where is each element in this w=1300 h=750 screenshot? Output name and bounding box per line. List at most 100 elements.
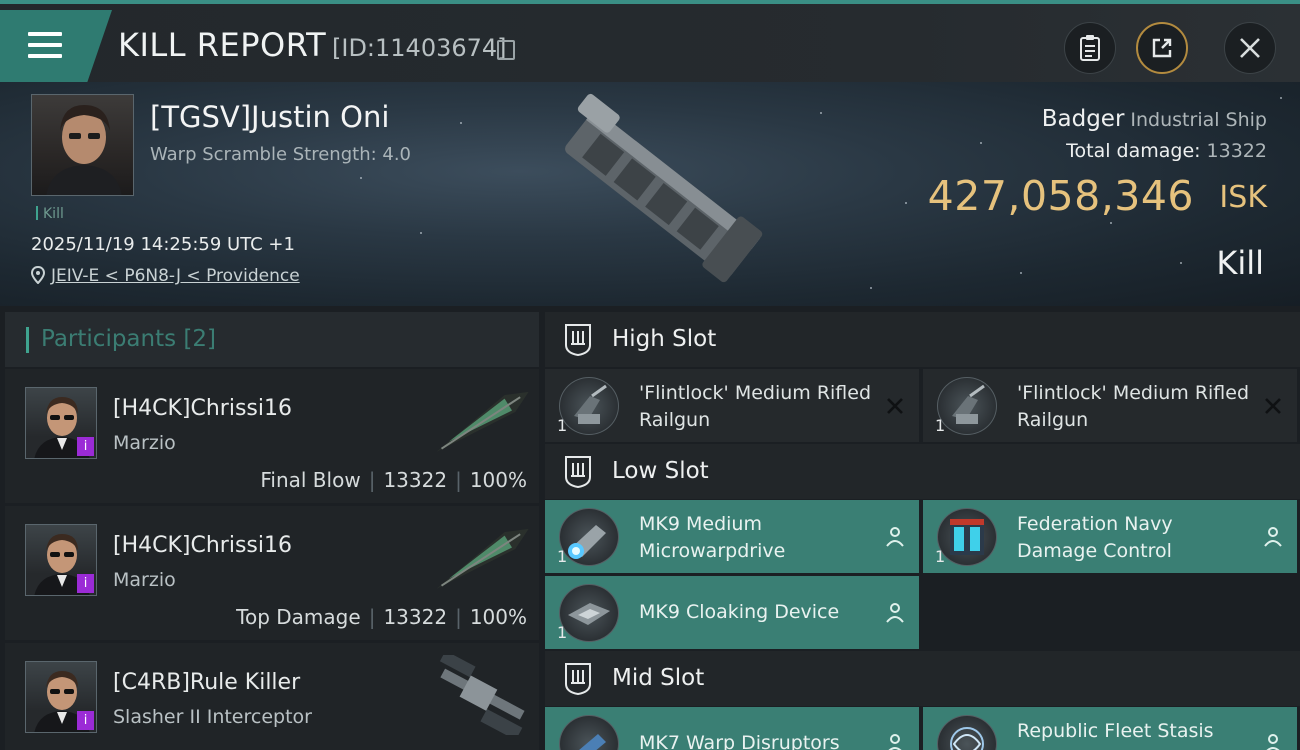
report-id: [ID:11403674]	[332, 34, 507, 62]
participant-ship: Slasher II Interceptor	[113, 706, 312, 728]
info-badge-icon: i	[77, 711, 94, 730]
victim-ship-class: Badger Industrial Ship	[1042, 106, 1267, 132]
slot-label: Low Slot	[612, 458, 709, 484]
participant-damage: 13322	[383, 468, 448, 492]
page-title: KILL REPORT	[118, 26, 327, 64]
dropped-person-icon	[886, 603, 904, 623]
info-badge-icon: i	[77, 574, 94, 593]
share-icon	[1152, 38, 1172, 58]
dropped-person-icon	[1264, 527, 1282, 547]
module-quantity: 1	[557, 547, 568, 566]
participant-percent: 100%	[469, 468, 527, 492]
module-quantity: 1	[935, 416, 946, 435]
low-slot-header: Low Slot	[545, 444, 1300, 499]
ship-type: Industrial Ship	[1130, 109, 1267, 131]
stasis-webifier-icon	[937, 715, 997, 750]
mid-slot-header: Mid Slot	[545, 651, 1300, 706]
module-name: 'Flintlock' Medium Rifled Railgun	[1017, 382, 1250, 431]
menu-button[interactable]	[0, 10, 112, 82]
slot-label: Mid Slot	[612, 665, 705, 691]
fitting-panel: High Slot 1 'Flintlock' Medium Rifled Ra…	[545, 312, 1300, 750]
participant-ship-image	[439, 655, 525, 735]
cloaking-device-icon	[559, 584, 619, 642]
low-slot-icon	[565, 456, 591, 489]
dropped-person-icon	[886, 527, 904, 547]
module-name: Republic Fleet Stasis	[1017, 720, 1214, 742]
result-label: Kill	[1216, 244, 1264, 282]
module-card[interactable]: 1 'Flintlock' Medium Rifled Railgun	[923, 369, 1297, 442]
kill-banner: [TGSV]Justin Oni Warp Scramble Strength:…	[0, 82, 1300, 306]
participants-panel: Participants [2] i [H4CK]Chrissi16 Marzi…	[5, 312, 539, 750]
destroyed-icon	[887, 398, 903, 414]
victim-avatar[interactable]	[31, 94, 134, 196]
dropped-person-icon	[1266, 734, 1280, 750]
victim-name[interactable]: [TGSV]Justin Oni	[150, 100, 389, 134]
participant-row[interactable]: i [C4RB]Rule Killer Slasher II Intercept…	[5, 643, 539, 750]
module-card[interactable]: 1 MK9 Medium Microwarpdrive	[545, 500, 919, 573]
participant-avatar[interactable]: i	[25, 387, 97, 459]
module-quantity: 1	[935, 547, 946, 566]
victim-ship-image	[565, 93, 763, 283]
location-pin-icon	[30, 265, 46, 285]
module-card[interactable]: 1 MK9 Cloaking Device	[545, 576, 919, 649]
total-damage-value: 13322	[1206, 140, 1267, 162]
participant-role: Final Blow	[260, 468, 361, 492]
dropped-person-icon	[888, 734, 902, 750]
header-bar: KILL REPORT [ID:11403674]	[0, 0, 1300, 82]
participant-ship-image	[436, 528, 529, 589]
copy-icon[interactable]	[497, 40, 515, 60]
participant-percent: 100%	[469, 605, 527, 629]
share-button[interactable]	[1136, 22, 1188, 74]
participants-header: Participants [2]	[5, 312, 539, 367]
module-name: MK7 Warp Disruptors	[639, 732, 840, 750]
kill-timestamp: 2025/11/19 14:25:59 UTC +1	[31, 234, 295, 255]
participant-name[interactable]: [C4RB]Rule Killer	[113, 670, 300, 695]
menu-icon	[28, 32, 62, 58]
module-quantity: 1	[557, 416, 568, 435]
module-card[interactable]: 1 Federation Navy Damage Control	[923, 500, 1297, 573]
participant-avatar[interactable]: i	[25, 524, 97, 596]
kill-report-screen: KILL REPORT [ID:11403674] [TGSV]Justin O…	[0, 0, 1300, 750]
close-button[interactable]	[1224, 22, 1276, 74]
close-icon	[1240, 38, 1260, 58]
microwarpdrive-icon	[559, 508, 619, 566]
isk-unit: ISK	[1219, 180, 1267, 215]
participant-role: Top Damage	[236, 605, 361, 629]
info-badge-icon: i	[77, 437, 94, 456]
total-damage-label: Total damage:	[1066, 140, 1201, 162]
module-card[interactable]: Republic Fleet Stasis	[923, 707, 1297, 750]
railgun-icon	[559, 377, 619, 435]
participant-stats: Final Blow | 13322 | 100%	[260, 468, 527, 492]
mid-slot-icon	[565, 663, 591, 696]
participant-stats: Top Damage | 13322 | 100%	[236, 605, 527, 629]
isk-value: 427,058,346	[927, 172, 1194, 220]
module-name: Federation Navy Damage Control	[1017, 513, 1173, 562]
module-card[interactable]: 1 'Flintlock' Medium Rifled Railgun	[545, 369, 919, 442]
module-name: 'Flintlock' Medium Rifled Railgun	[639, 382, 872, 431]
avatar-icon	[46, 105, 122, 195]
railgun-icon	[937, 377, 997, 435]
participant-row[interactable]: i [H4CK]Chrissi16 Marzio Final Blow | 1332…	[5, 369, 539, 503]
destroyed-icon	[1265, 398, 1281, 414]
participant-ship: Marzio	[113, 569, 176, 591]
clipboard-button[interactable]	[1064, 22, 1116, 74]
participant-row[interactable]: i [H4CK]Chrissi16 Marzio Top Damage | 1332…	[5, 506, 539, 640]
ship-name[interactable]: Badger	[1042, 106, 1125, 132]
warp-scramble-strength: Warp Scramble Strength: 4.0	[150, 144, 412, 165]
module-quantity: 1	[557, 623, 568, 642]
location-link[interactable]: JEIV-E < P6N8-J < Providence	[51, 266, 300, 286]
participant-name[interactable]: [H4CK]Chrissi16	[113, 533, 292, 558]
participant-ship: Marzio	[113, 432, 176, 454]
high-slot-header: High Slot	[545, 312, 1300, 367]
participants-title: Participants [2]	[41, 326, 216, 352]
total-damage: Total damage: 13322	[1066, 140, 1267, 162]
participant-damage: 13322	[383, 605, 448, 629]
slot-label: High Slot	[612, 326, 717, 352]
module-card[interactable]: MK7 Warp Disruptors	[545, 707, 919, 750]
high-slot-icon	[565, 324, 591, 357]
kill-location[interactable]: JEIV-E < P6N8-J < Providence	[30, 265, 300, 286]
clipboard-icon	[1080, 35, 1100, 61]
participant-avatar[interactable]: i	[25, 661, 97, 733]
participant-name[interactable]: [H4CK]Chrissi16	[113, 396, 292, 421]
module-name: MK9 Medium Microwarpdrive	[639, 513, 786, 562]
